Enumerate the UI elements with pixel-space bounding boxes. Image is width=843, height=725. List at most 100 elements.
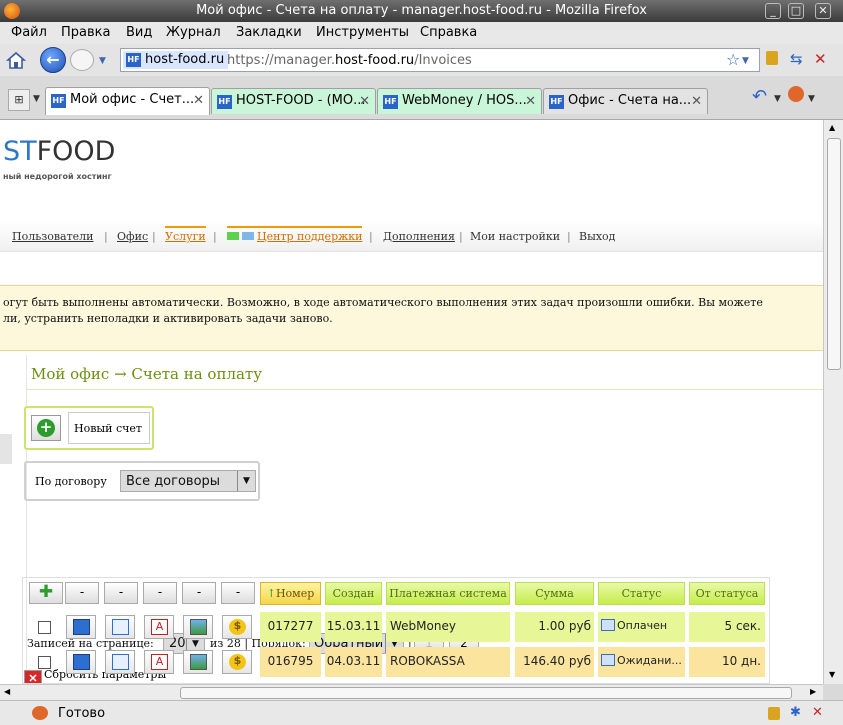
history-dropdown-icon[interactable]: ▼ bbox=[99, 56, 106, 66]
lock-icon[interactable] bbox=[766, 51, 778, 65]
col-system-header[interactable]: Платежная система bbox=[386, 582, 510, 605]
menu-help[interactable]: Справка bbox=[420, 25, 477, 40]
chevron-down-icon: ▼ bbox=[237, 471, 255, 491]
nav-office[interactable]: Офис bbox=[117, 230, 148, 243]
coin-icon: $ bbox=[229, 654, 246, 670]
action-header-4[interactable]: - bbox=[182, 582, 216, 604]
nav-support[interactable]: Центр поддержки bbox=[227, 226, 363, 243]
url-dropdown-icon[interactable]: ▼ bbox=[742, 56, 749, 66]
row-pay-button[interactable]: $ bbox=[222, 650, 252, 674]
nav-logout[interactable]: Выход bbox=[579, 230, 615, 243]
home-icon[interactable] bbox=[6, 50, 26, 70]
col-created-header[interactable]: Создан bbox=[325, 582, 382, 605]
vertical-scrollbar[interactable]: ▲ ▼ bbox=[823, 120, 843, 684]
menu-bookmarks[interactable]: Закладки bbox=[236, 25, 302, 40]
tab-list-dropdown-icon[interactable]: ▼ bbox=[33, 94, 40, 116]
cell-status: Ожидани... bbox=[598, 647, 685, 677]
status-lock-icon[interactable] bbox=[768, 707, 780, 720]
close-tab-icon[interactable]: ✕ bbox=[359, 94, 370, 109]
row-info-button[interactable] bbox=[66, 615, 96, 639]
addon-dropdown-icon[interactable]: ▼ bbox=[808, 94, 815, 116]
tab-host-food[interactable]: HF HOST-FOOD - (МО... ✕ bbox=[211, 88, 376, 114]
row-checkbox[interactable] bbox=[38, 656, 51, 669]
col-amount-header[interactable]: Сумма bbox=[515, 582, 594, 605]
back-button[interactable]: ← bbox=[40, 47, 66, 73]
nav-users[interactable]: Пользователи bbox=[12, 230, 93, 243]
status-icon bbox=[601, 654, 615, 666]
scroll-left-icon[interactable]: ◀ bbox=[4, 687, 10, 696]
row-image-button[interactable] bbox=[183, 650, 213, 674]
url-text[interactable]: https://manager.host-food.ru/Invoices bbox=[227, 53, 472, 68]
scroll-right-icon[interactable]: ▶ bbox=[810, 687, 816, 696]
action-header-5[interactable]: - bbox=[221, 582, 255, 604]
action-header-1[interactable]: - bbox=[65, 582, 99, 604]
site-nav: Пользователи | Офис | Услуги | Центр под… bbox=[0, 220, 823, 252]
col-status-header[interactable]: Статус bbox=[598, 582, 685, 605]
url-bar[interactable]: HF host-food.ru https://manager.host-food… bbox=[120, 48, 760, 72]
cell-since: 5 сек. bbox=[689, 612, 765, 642]
page-viewport: STFOOD ный недорогой хостинг Пользовател… bbox=[0, 120, 823, 684]
bookmark-star-icon[interactable]: ☆ bbox=[726, 50, 740, 69]
menu-tools[interactable]: Инструменты bbox=[316, 25, 409, 40]
horizontal-scroll-thumb[interactable] bbox=[180, 687, 792, 699]
site-favicon: HF bbox=[126, 53, 141, 67]
cell-number[interactable]: 016795 bbox=[260, 647, 321, 677]
firebug-fox-icon[interactable] bbox=[32, 706, 48, 720]
reload-icon[interactable]: ⇆ bbox=[790, 50, 810, 70]
scroll-down-icon[interactable]: ▼ bbox=[829, 670, 835, 679]
addon-fox-icon[interactable] bbox=[788, 86, 804, 102]
row-checkbox[interactable] bbox=[38, 621, 51, 634]
horizontal-scrollbar[interactable]: ◀ ▶ bbox=[0, 684, 823, 700]
undo-close-tab-icon[interactable]: ↶ bbox=[752, 86, 767, 108]
status-icon bbox=[601, 619, 615, 631]
row-info-button[interactable] bbox=[66, 650, 96, 674]
new-invoice-button[interactable]: + bbox=[31, 415, 61, 441]
action-header-3[interactable]: - bbox=[143, 582, 177, 604]
col-since-header[interactable]: От статуса bbox=[689, 582, 765, 605]
maximize-icon[interactable]: □ bbox=[788, 3, 804, 19]
add-invoice-button[interactable]: ✚ bbox=[29, 582, 63, 604]
tab-office[interactable]: HF Офис - Счета на... ✕ bbox=[543, 88, 708, 114]
nav-settings[interactable]: Мои настройки bbox=[470, 230, 560, 243]
menu-history[interactable]: Журнал bbox=[166, 25, 221, 40]
tab-list-icon[interactable]: ⊞ bbox=[8, 89, 30, 111]
stop-icon[interactable]: ✕ bbox=[814, 50, 834, 70]
menu-file[interactable]: Файл bbox=[11, 25, 47, 40]
edit-icon bbox=[112, 619, 129, 635]
nav-services[interactable]: Услуги bbox=[165, 226, 206, 243]
new-invoice-label[interactable]: Новый счет bbox=[68, 412, 150, 444]
menu-edit[interactable]: Правка bbox=[61, 25, 110, 40]
tab-invoices[interactable]: HF Мой офис - Счет... ✕ bbox=[45, 87, 210, 115]
close-tab-icon[interactable]: ✕ bbox=[691, 94, 702, 109]
cell-status: Оплачен bbox=[598, 612, 685, 642]
pdf-icon: A bbox=[151, 619, 168, 635]
contract-select[interactable]: Все договоры ▼ bbox=[120, 470, 256, 492]
minimize-icon[interactable]: _ bbox=[765, 3, 781, 19]
row-pdf-button[interactable]: A bbox=[144, 615, 174, 639]
action-header-2[interactable]: - bbox=[104, 582, 138, 604]
coin-icon: $ bbox=[229, 619, 246, 635]
site-identity-button[interactable]: HF host-food.ru bbox=[123, 51, 229, 69]
tab-webmoney[interactable]: HF WebMoney / HOS... ✕ bbox=[377, 88, 542, 114]
status-addon-icon[interactable]: ✱ bbox=[790, 705, 801, 720]
col-number-header[interactable]: ↑Номер bbox=[260, 582, 321, 605]
vertical-scroll-thumb[interactable] bbox=[827, 138, 841, 370]
status-block-icon[interactable]: ✕ bbox=[812, 705, 823, 720]
cell-number[interactable]: 017277 bbox=[260, 612, 321, 642]
row-pay-button[interactable]: $ bbox=[222, 615, 252, 639]
row-image-button[interactable] bbox=[183, 615, 213, 639]
close-tab-icon[interactable]: ✕ bbox=[193, 93, 204, 108]
forward-button[interactable] bbox=[70, 49, 94, 71]
row-pdf-button[interactable]: A bbox=[144, 650, 174, 674]
undo-dropdown-icon[interactable]: ▼ bbox=[774, 94, 781, 116]
nav-addons[interactable]: Дополнения bbox=[383, 230, 455, 243]
row-edit-button[interactable] bbox=[105, 615, 135, 639]
menu-view[interactable]: Вид bbox=[126, 25, 152, 40]
mail-blue-icon bbox=[242, 232, 254, 240]
close-window-icon[interactable]: ✕ bbox=[815, 3, 831, 19]
close-tab-icon[interactable]: ✕ bbox=[525, 94, 536, 109]
site-logo[interactable]: STFOOD bbox=[3, 136, 115, 167]
tab-favicon: HF bbox=[383, 95, 398, 109]
scroll-up-icon[interactable]: ▲ bbox=[829, 123, 835, 132]
row-edit-button[interactable] bbox=[105, 650, 135, 674]
